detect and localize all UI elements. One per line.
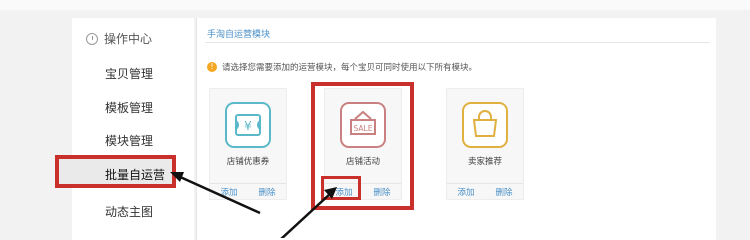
arrow-to-sidebar-item: [177, 174, 261, 215]
arrow-to-sidebar-item-head: [170, 172, 184, 182]
arrow-to-add-button: [280, 192, 332, 238]
annotation-arrows: [170, 172, 337, 238]
